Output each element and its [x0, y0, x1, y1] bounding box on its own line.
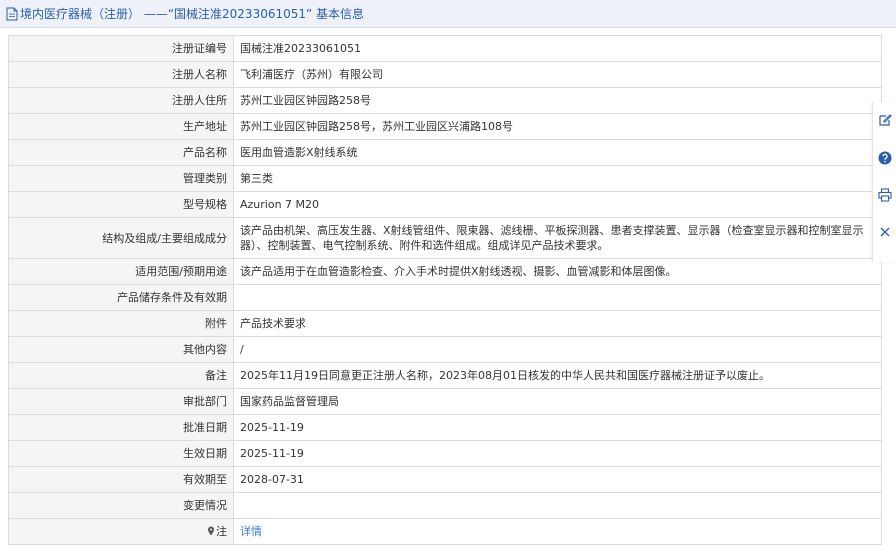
print-button[interactable]: [877, 187, 893, 203]
row-value: 国械注准20233061051: [233, 35, 882, 62]
note-label: 注: [216, 525, 227, 538]
row-value: 产品技术要求: [233, 310, 882, 337]
help-icon: [878, 151, 892, 165]
row-label: 注: [8, 518, 234, 545]
row-label: 审批部门: [8, 388, 234, 415]
row-label: 注册人住所: [8, 87, 234, 114]
table-row: 变更情况: [8, 492, 882, 519]
row-value: 2028-07-31: [233, 466, 882, 493]
table-row: 产品名称 医用血管造影X射线系统: [8, 139, 882, 166]
row-value: 医用血管造影X射线系统: [233, 139, 882, 166]
row-value: 国家药品监督管理局: [233, 388, 882, 415]
row-value: 详情: [233, 518, 882, 545]
table-row: 注册人住所 苏州工业园区钟园路258号: [8, 87, 882, 114]
row-value: 该产品适用于在血管造影检查、介入手术时提供X射线透视、摄影、血管减影和体层图像。: [233, 258, 882, 285]
row-label: 注册人名称: [8, 61, 234, 88]
close-icon: [880, 227, 890, 237]
row-label: 产品储存条件及有效期: [8, 284, 234, 311]
table-row: 型号规格 Azurion 7 M20: [8, 191, 882, 218]
row-value: 第三类: [233, 165, 882, 192]
table-row: 审批部门 国家药品监督管理局: [8, 388, 882, 415]
table-row: 注 详情: [8, 518, 882, 545]
table-row: 其他内容 /: [8, 336, 882, 363]
row-value: /: [233, 336, 882, 363]
info-table: 注册证编号 国械注准20233061051 注册人名称 飞利浦医疗（苏州）有限公司 注册…: [8, 35, 882, 545]
edit-icon: [879, 114, 892, 126]
table-row: 附件 产品技术要求: [8, 310, 882, 337]
row-label: 注册证编号: [8, 35, 234, 62]
table-row: 备注 2025年11月19日同意更正注册人名称，2023年08月01日核发的中华人…: [8, 362, 882, 389]
table-row: 注册证编号 国械注准20233061051: [8, 35, 882, 62]
row-label: 备注: [8, 362, 234, 389]
document-icon: [6, 7, 18, 20]
row-value: 飞利浦医疗（苏州）有限公司: [233, 61, 882, 88]
row-label: 结构及组成/主要组成成分: [8, 217, 234, 259]
row-label: 变更情况: [8, 492, 234, 519]
row-value: 苏州工业园区钟园路258号，苏州工业园区兴浦路108号: [233, 113, 882, 140]
table-row: 生效日期 2025-11-19: [8, 440, 882, 467]
close-button[interactable]: [877, 224, 893, 240]
table-row: 适用范围/预期用途 该产品适用于在血管造影检查、介入手术时提供X射线透视、摄影、血…: [8, 258, 882, 285]
pin-icon: [208, 526, 214, 536]
table-row: 管理类别 第三类: [8, 165, 882, 192]
row-value: 2025-11-19: [233, 414, 882, 441]
row-value: [233, 284, 882, 311]
table-row: 产品储存条件及有效期: [8, 284, 882, 311]
table-row: 结构及组成/主要组成成分 该产品由机架、高压发生器、X射线管组件、限束器、滤线栅、…: [8, 217, 882, 259]
table-row: 注册人名称 飞利浦医疗（苏州）有限公司: [8, 61, 882, 88]
page-title: 境内医疗器械（注册） ——“国械注准20233061051” 基本信息: [20, 7, 365, 21]
row-label: 生产地址: [8, 113, 234, 140]
row-label: 型号规格: [8, 191, 234, 218]
row-label: 适用范围/预期用途: [8, 258, 234, 285]
row-value: [233, 492, 882, 519]
row-label: 批准日期: [8, 414, 234, 441]
table-row: 批准日期 2025-11-19: [8, 414, 882, 441]
row-value: 2025年11月19日同意更正注册人名称，2023年08月01日核发的中华人民共…: [233, 362, 882, 389]
page-header: 境内医疗器械（注册） ——“国械注准20233061051” 基本信息: [0, 0, 896, 28]
row-value: 2025-11-19: [233, 440, 882, 467]
row-label: 管理类别: [8, 165, 234, 192]
row-value: Azurion 7 M20: [233, 191, 882, 218]
row-value: 该产品由机架、高压发生器、X射线管组件、限束器、滤线栅、平板探测器、患者支撑装置…: [233, 217, 882, 259]
help-button[interactable]: [877, 150, 893, 166]
row-label: 生效日期: [8, 440, 234, 467]
row-label: 产品名称: [8, 139, 234, 166]
row-value: 苏州工业园区钟园路258号: [233, 87, 882, 114]
row-label: 其他内容: [8, 336, 234, 363]
table-row: 有效期至 2028-07-31: [8, 466, 882, 493]
side-toolbar: [872, 102, 896, 262]
info-table-container: 注册证编号 国械注准20233061051 注册人名称 飞利浦医疗（苏州）有限公司 注册…: [8, 35, 882, 545]
edit-button[interactable]: [877, 112, 893, 128]
row-label: 有效期至: [8, 466, 234, 493]
details-link[interactable]: 详情: [240, 525, 262, 538]
row-label: 附件: [8, 310, 234, 337]
table-row: 生产地址 苏州工业园区钟园路258号，苏州工业园区兴浦路108号: [8, 113, 882, 140]
print-icon: [878, 188, 892, 202]
